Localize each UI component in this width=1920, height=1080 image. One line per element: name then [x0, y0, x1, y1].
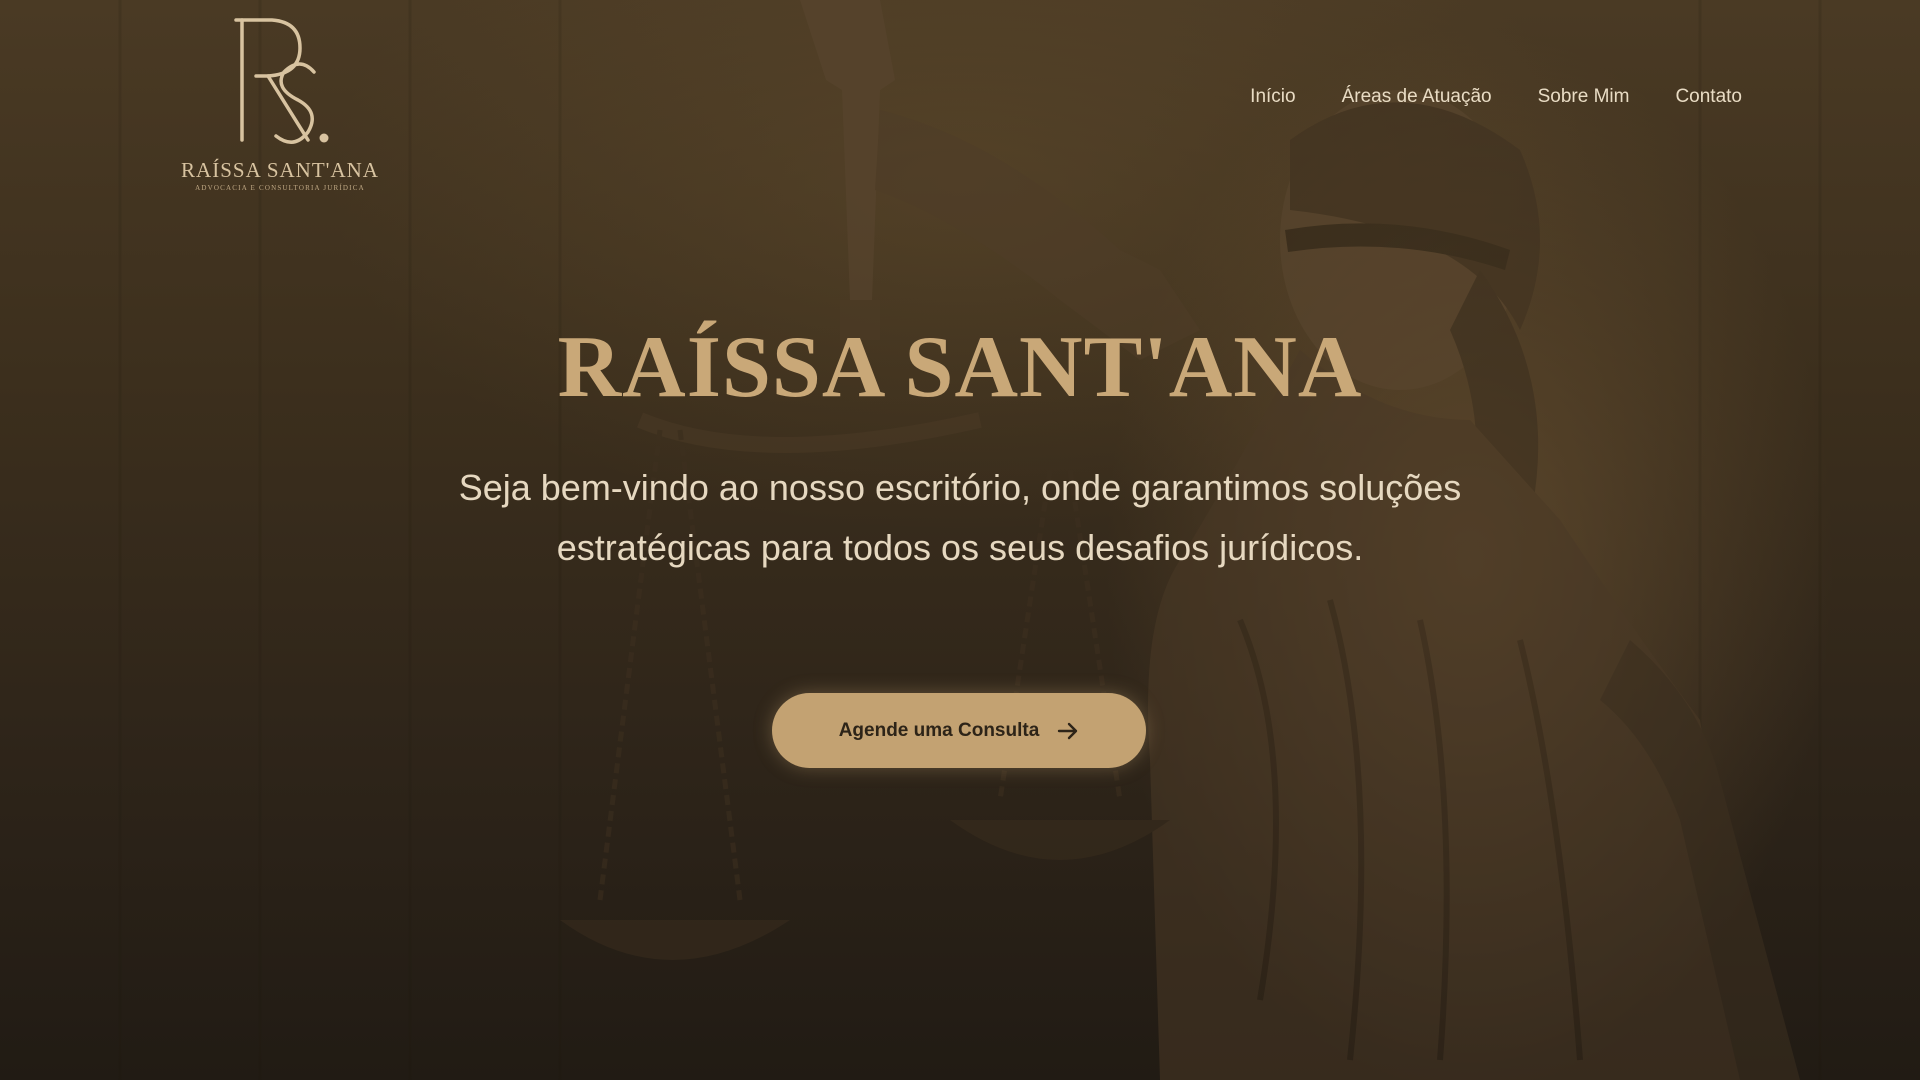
hero-title: RAÍSSA SANT'ANA: [557, 319, 1363, 416]
logo-tagline: ADVOCACIA E CONSULTORIA JURÍDICA: [195, 184, 365, 192]
arrow-right-icon: [1058, 722, 1078, 739]
cta-label: Agende uma Consulta: [838, 719, 1040, 741]
nav-item-inicio[interactable]: Início: [1250, 86, 1295, 108]
hero-subtitle: Seja bem-vindo ao nosso escritório, onde…: [458, 467, 1462, 568]
brand-logo[interactable]: RAÍSSA SANT'ANA ADVOCACIA E CONSULTORIA …: [180, 8, 380, 198]
logo-name: RAÍSSA SANT'ANA: [181, 158, 379, 182]
schedule-consultation-button[interactable]: Agende uma Consulta: [772, 693, 1146, 768]
nav-item-contato[interactable]: Contato: [1675, 86, 1742, 108]
nav-item-areas-de-atuacao[interactable]: Áreas de Atuação: [1342, 86, 1492, 108]
main-nav: Início Áreas de Atuação Sobre Mim Contat…: [1250, 86, 1742, 108]
rs-monogram-icon: [234, 18, 329, 144]
nav-item-sobre-mim[interactable]: Sobre Mim: [1538, 86, 1630, 108]
page: RAÍSSA SANT'ANA ADVOCACIA E CONSULTORIA …: [0, 0, 1920, 1080]
